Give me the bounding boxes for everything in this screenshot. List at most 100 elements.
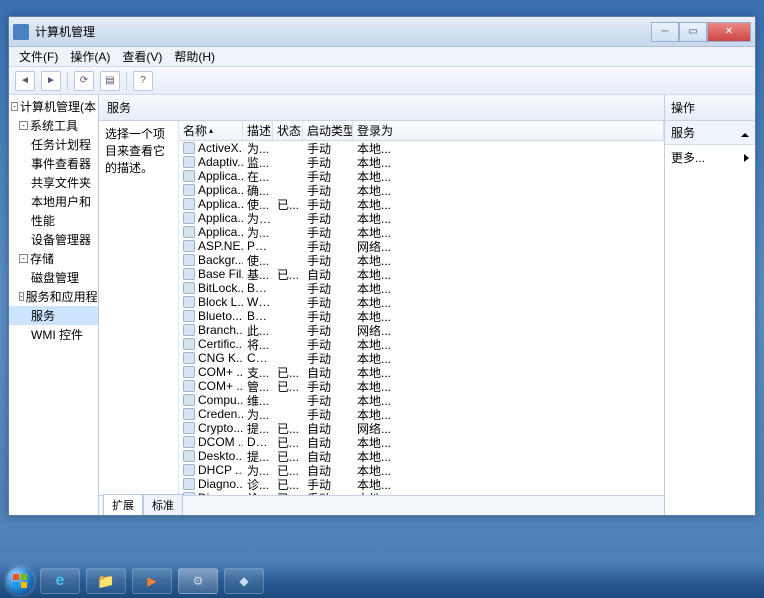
- taskbar[interactable]: e 📁 ▶ ⚙ ◆: [0, 564, 764, 598]
- window-title: 计算机管理: [35, 23, 651, 40]
- column-headers: 名称▴ 描述 状态 启动类型 登录为: [179, 121, 664, 141]
- svc-name: Applica...: [179, 169, 243, 183]
- svc-name: Certific...: [179, 337, 243, 351]
- tree-storage[interactable]: -存储: [9, 249, 98, 268]
- svc-name: Compu...: [179, 393, 243, 407]
- forward-button[interactable]: ►: [41, 71, 61, 91]
- tree-item[interactable]: WMI 控件: [9, 325, 98, 344]
- menu-view[interactable]: 查看(V): [118, 46, 166, 67]
- svc-desc: BD...: [243, 281, 273, 295]
- svc-name: Applica...: [179, 225, 243, 239]
- titlebar[interactable]: 计算机管理 ─ ▭ ✕: [9, 17, 755, 47]
- col-name[interactable]: 名称▴: [179, 121, 243, 140]
- svc-name: Block L...: [179, 295, 243, 309]
- tree-item[interactable]: 性能: [9, 211, 98, 230]
- help-button[interactable]: ?: [133, 71, 153, 91]
- col-logon[interactable]: 登录为: [353, 121, 664, 140]
- col-status[interactable]: 状态: [273, 121, 303, 140]
- back-button[interactable]: ◄: [15, 71, 35, 91]
- collapse-icon: [741, 129, 749, 137]
- refresh-button[interactable]: ⟳: [74, 71, 94, 91]
- svc-name: Backgr...: [179, 253, 243, 267]
- ie-icon: e: [56, 572, 65, 590]
- svc-name: Creden...: [179, 407, 243, 421]
- minimize-button[interactable]: ─: [651, 22, 679, 42]
- taskbar-mmc[interactable]: ⚙: [178, 568, 218, 594]
- svc-name: DHCP ...: [179, 463, 243, 477]
- svc-name: Diagno...: [179, 491, 243, 495]
- svc-status: 已...: [273, 490, 303, 496]
- tree-system-tools[interactable]: -系统工具: [9, 116, 98, 135]
- view-tabs: 扩展 标准: [99, 495, 664, 515]
- svc-name: COM+ ...: [179, 365, 243, 379]
- tree-services-apps[interactable]: -服务和应用程: [9, 287, 98, 306]
- nav-tree: -计算机管理(本 -系统工具 任务计划程事件查看器共享文件夹本地用户和性能设备管…: [9, 95, 98, 346]
- sort-asc-icon: ▴: [209, 126, 213, 135]
- svc-name: Applica...: [179, 211, 243, 225]
- collapse-icon[interactable]: -: [11, 102, 18, 111]
- tree-item[interactable]: 设备管理器: [9, 230, 98, 249]
- actions-group[interactable]: 服务: [665, 121, 755, 145]
- taskbar-explorer[interactable]: 📁: [86, 568, 126, 594]
- collapse-icon[interactable]: -: [19, 254, 28, 263]
- tree-item[interactable]: 共享文件夹: [9, 173, 98, 192]
- col-desc[interactable]: 描述: [243, 121, 273, 140]
- export-button[interactable]: ▤: [100, 71, 120, 91]
- svc-logon: 本地...: [353, 490, 664, 496]
- svc-desc: 提...: [243, 420, 273, 437]
- tree-pane: -计算机管理(本 -系统工具 任务计划程事件查看器共享文件夹本地用户和性能设备管…: [9, 95, 99, 515]
- svc-name: DCOM ...: [179, 435, 243, 449]
- taskbar-ie[interactable]: e: [40, 568, 80, 594]
- menu-help[interactable]: 帮助(H): [170, 46, 219, 67]
- svc-name: Applica...: [179, 183, 243, 197]
- svc-name: Diagno...: [179, 477, 243, 491]
- tree-item[interactable]: 服务: [9, 306, 98, 325]
- svc-name: COM+ ...: [179, 379, 243, 393]
- tree-item[interactable]: 事件查看器: [9, 154, 98, 173]
- chevron-right-icon: [744, 154, 749, 162]
- svc-name: ActiveX...: [179, 141, 243, 155]
- action-more[interactable]: 更多...: [665, 145, 755, 170]
- svc-name: Base Fil...: [179, 267, 243, 281]
- window-controls: ─ ▭ ✕: [651, 22, 751, 42]
- main-pane: 服务 选择一个项目来查看它的描述。 名称▴ 描述 状态 启动类型 登录为 Act…: [99, 95, 665, 515]
- taskbar-media[interactable]: ▶: [132, 568, 172, 594]
- taskbar-app[interactable]: ◆: [224, 568, 264, 594]
- svc-name: BitLock...: [179, 281, 243, 295]
- menu-file[interactable]: 文件(F): [15, 46, 62, 67]
- maximize-button[interactable]: ▭: [679, 22, 707, 42]
- svc-desc: 为...: [243, 224, 273, 241]
- svc-name: Adaptiv...: [179, 155, 243, 169]
- services-rows[interactable]: ActiveX...为...手动本地...Adaptiv...监...手动本地.…: [179, 141, 664, 495]
- body-panes: -计算机管理(本 -系统工具 任务计划程事件查看器共享文件夹本地用户和性能设备管…: [9, 95, 755, 515]
- svc-name: ASP.NE...: [179, 239, 243, 253]
- pane-title: 服务: [99, 95, 664, 121]
- start-button[interactable]: [6, 567, 34, 595]
- svc-name: Blueto...: [179, 309, 243, 323]
- separator: [67, 72, 68, 90]
- service-row[interactable]: Diagno...诊...已...手动本地...: [179, 491, 664, 495]
- folder-icon: 📁: [97, 573, 114, 590]
- menu-action[interactable]: 操作(A): [66, 46, 114, 67]
- app-icon: ◆: [239, 574, 248, 588]
- tree-root[interactable]: -计算机管理(本: [9, 97, 98, 116]
- close-button[interactable]: ✕: [707, 22, 751, 42]
- collapse-icon[interactable]: -: [19, 292, 24, 301]
- media-icon: ▶: [147, 574, 156, 588]
- tab-standard[interactable]: 标准: [143, 494, 183, 515]
- description-panel: 选择一个项目来查看它的描述。: [99, 121, 179, 495]
- svc-status: 已...: [273, 378, 303, 395]
- windows-logo-icon: [12, 573, 28, 589]
- app-icon: [13, 24, 29, 40]
- tree-item[interactable]: 任务计划程: [9, 135, 98, 154]
- svc-startup: 手动: [303, 490, 353, 496]
- services-list: 名称▴ 描述 状态 启动类型 登录为 ActiveX... 为... 手动本地...…: [179, 121, 664, 495]
- tree-item[interactable]: 磁盘管理: [9, 268, 98, 287]
- menubar: 文件(F) 操作(A) 查看(V) 帮助(H): [9, 47, 755, 67]
- tab-extended[interactable]: 扩展: [103, 494, 143, 515]
- tree-item[interactable]: 本地用户和: [9, 192, 98, 211]
- separator: [126, 72, 127, 90]
- collapse-icon[interactable]: -: [19, 121, 28, 130]
- col-startup[interactable]: 启动类型: [303, 121, 353, 140]
- actions-header: 操作: [665, 95, 755, 121]
